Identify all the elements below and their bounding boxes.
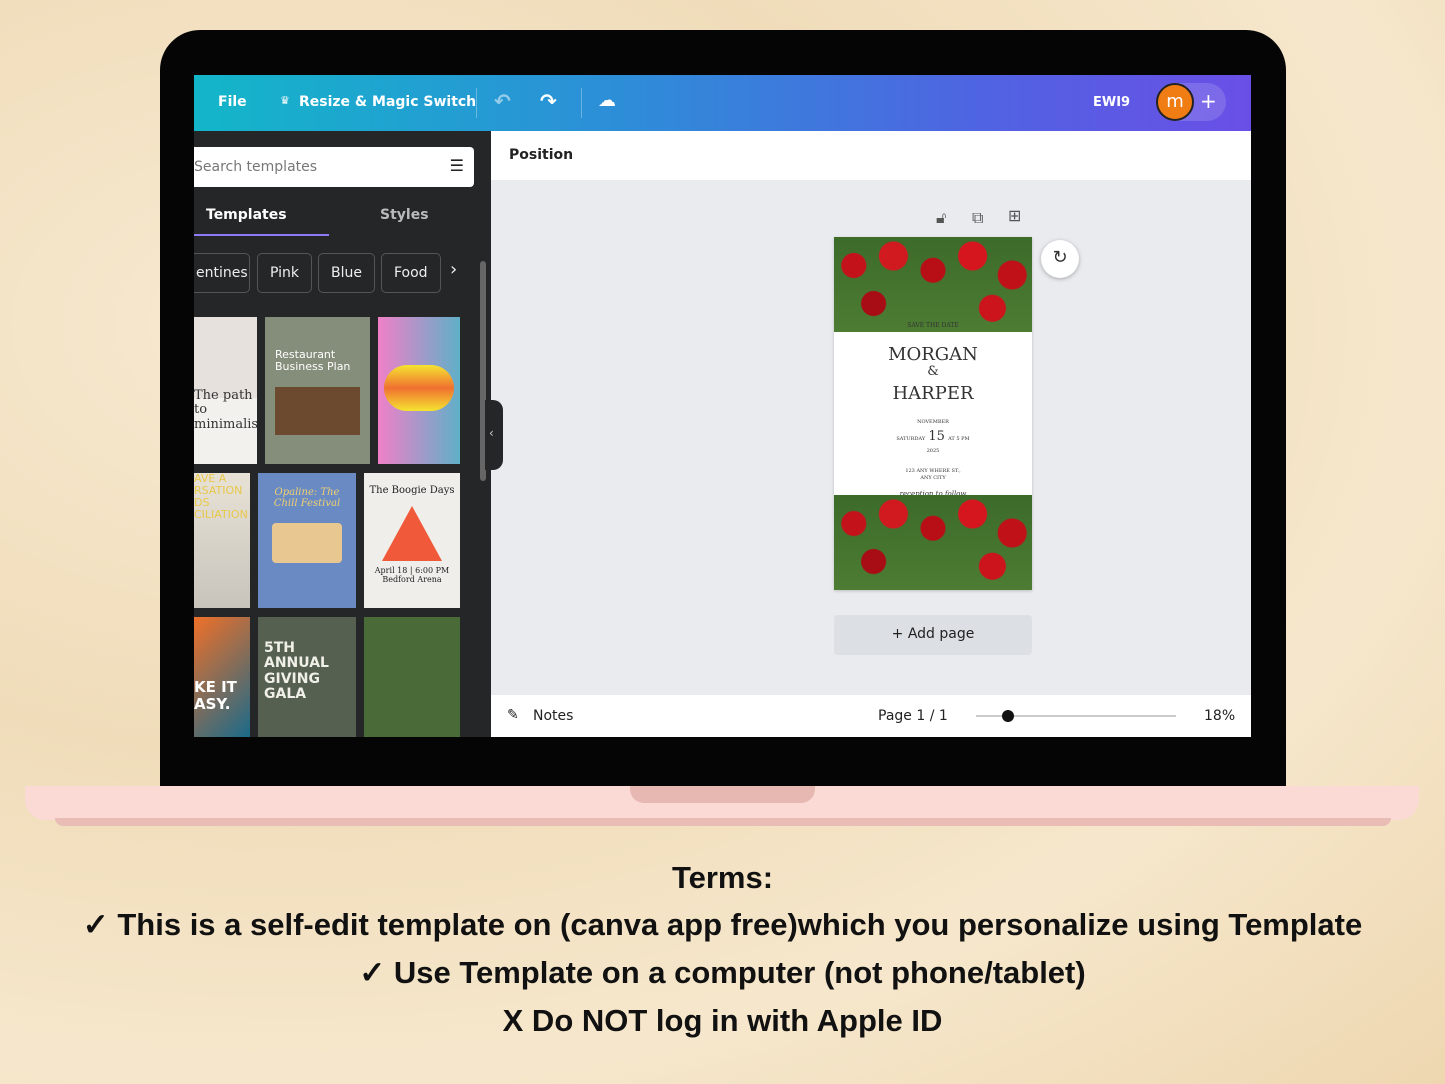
save-the-date: SAVE THE DATE [907, 322, 959, 329]
magic-comment-icon[interactable]: ↻ [1041, 240, 1079, 278]
date-line: SATURDAY 15 AT 5 PM [896, 429, 970, 444]
ampersand: & [927, 364, 939, 379]
search-input[interactable]: Search templates ☰ [194, 147, 474, 187]
template-thumb[interactable]: Opaline: The Chill Festival [258, 473, 356, 608]
template-thumb[interactable]: The path to minimalism [194, 317, 257, 464]
project-name: EWI9 [1093, 95, 1131, 110]
zoom-slider-handle[interactable] [1002, 710, 1014, 722]
chip-blue[interactable]: Blue [318, 253, 375, 293]
context-toolbar: Position [491, 131, 1251, 180]
undo-icon[interactable]: ↶ [494, 89, 511, 113]
template-thumb[interactable] [378, 317, 460, 464]
crown-icon: ♛ [280, 94, 290, 107]
template-thumb[interactable]: The Boogie Days April 18 | 6:00 PM Bedfor… [364, 473, 460, 608]
notes-button[interactable]: Notes [533, 708, 573, 724]
laptop-notch [630, 786, 815, 803]
divider [476, 88, 477, 118]
resize-button[interactable]: Resize & Magic Switch [299, 94, 476, 110]
template-thumb[interactable]: Restaurant Business Plan [265, 317, 370, 464]
position-button[interactable]: Position [509, 147, 573, 163]
roses-bottom [834, 495, 1032, 590]
address-1: 123 ANY WHERE ST., [905, 468, 961, 474]
terms-line: X Do NOT log in with Apple ID [502, 1003, 943, 1038]
invite-button[interactable]: + [1200, 89, 1217, 113]
filter-icon[interactable]: ☰ [450, 156, 464, 175]
terms-title: Terms: [671, 860, 774, 895]
tab-templates[interactable]: Templates [206, 207, 287, 223]
templates-panel: Search templates ☰ Templates Styles enti… [194, 131, 491, 737]
template-thumb[interactable]: KE IT ASY. [194, 617, 250, 737]
invitation-page[interactable]: SAVE THE DATE MORGAN & HARPER NOVEMBER S… [834, 237, 1032, 590]
canva-editor: File ♛ Resize & Magic Switch ↶ ↷ ☁ EWI9 … [194, 75, 1251, 737]
name-1: MORGAN [888, 344, 978, 365]
address-2: ANY CITY [920, 475, 946, 481]
terms-line: ✓ This is a self-edit template on (canva… [82, 907, 1363, 942]
add-page-button[interactable]: + Add page [834, 615, 1032, 655]
zoom-level[interactable]: 18% [1204, 708, 1235, 724]
active-tab-indicator [194, 234, 329, 236]
template-thumb[interactable] [364, 617, 460, 737]
template-thumb[interactable]: AVE A RSATION DS CILIATION [194, 473, 250, 608]
cloud-saved-icon[interactable]: ☁ [598, 90, 616, 111]
chip-food[interactable]: Food [381, 253, 441, 293]
bottom-bar: ✎ Notes Page 1 / 1 18% [491, 695, 1251, 737]
collapse-panel-handle[interactable]: ‹ [485, 400, 503, 470]
search-placeholder: Search templates [194, 159, 318, 175]
avatar[interactable]: m [1156, 83, 1194, 121]
roses-top [834, 237, 1032, 332]
year: 2025 [926, 448, 940, 454]
duplicate-icon[interactable]: ⧉ [972, 208, 983, 228]
top-bar: File ♛ Resize & Magic Switch ↶ ↷ ☁ EWI9 … [194, 75, 1251, 131]
add-page-icon[interactable]: ⊞ [1008, 206, 1021, 225]
tab-styles[interactable]: Styles [380, 207, 429, 223]
page-indicator[interactable]: Page 1 / 1 [878, 708, 948, 724]
chip-pink[interactable]: Pink [257, 253, 313, 293]
chevron-right-icon[interactable]: › [450, 259, 457, 280]
chip-valentines[interactable]: entines [194, 253, 250, 293]
month: NOVEMBER [917, 419, 949, 425]
terms-line: ✓ Use Template on a computer (not phone/… [359, 955, 1086, 990]
divider [581, 88, 582, 118]
notes-icon[interactable]: ✎ [507, 707, 519, 723]
name-2: HARPER [892, 383, 974, 404]
redo-icon[interactable]: ↷ [540, 89, 557, 113]
template-thumb[interactable]: 5TH ANNUAL GIVING GALA [258, 617, 356, 737]
lock-icon[interactable]: 🔓︎ [936, 208, 946, 228]
laptop-base-shadow [55, 818, 1391, 826]
file-menu[interactable]: File [218, 94, 247, 110]
